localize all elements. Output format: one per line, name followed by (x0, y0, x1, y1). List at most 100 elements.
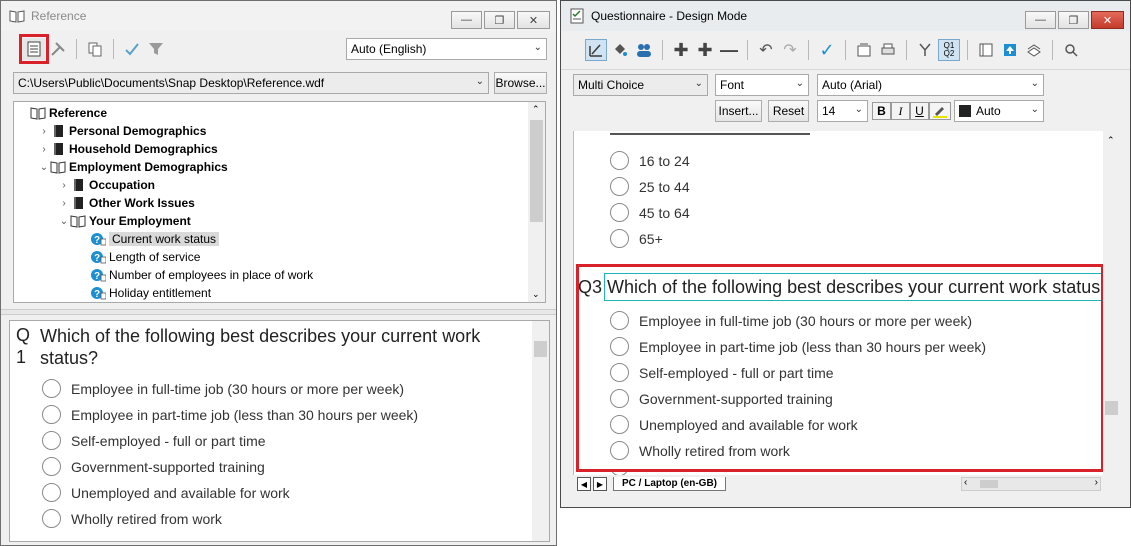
undo-button[interactable]: ↶ (755, 39, 777, 61)
question-numbering-button[interactable]: Q1 Q2 (938, 39, 960, 61)
tab-prev-button[interactable]: ◀ (577, 477, 591, 491)
tree-item[interactable]: Reference (18, 104, 107, 122)
reference-titlebar[interactable]: Reference — ❐ ✕ (1, 1, 556, 31)
age-option[interactable]: 25 to 44 (610, 177, 690, 196)
answer-option[interactable]: Self-employed - full or part time (42, 431, 266, 450)
scroll-down-icon[interactable]: ⌄ (532, 289, 540, 300)
view-reference-button[interactable] (19, 34, 49, 64)
design-scroll-thumb[interactable] (1105, 401, 1118, 415)
scroll-left-icon[interactable]: ‹ (964, 477, 967, 488)
tree-item[interactable]: › Occupation (58, 176, 155, 194)
questionnaire-titlebar[interactable]: Questionnaire - Design Mode — ❐ ✕ (561, 1, 1130, 31)
design-canvas[interactable]: 16 to 24 25 to 44 45 to 64 65+ Q3 Which of … (573, 131, 1103, 475)
answer-option[interactable]: Employee in full-time job (30 hours or m… (42, 379, 404, 398)
browse-button[interactable]: Browse... (494, 72, 547, 94)
minimize-button[interactable]: — (1025, 11, 1056, 29)
filter-button[interactable] (145, 38, 167, 60)
add-multiple-button[interactable]: ✚ (694, 39, 716, 61)
radio-button[interactable] (42, 457, 61, 476)
radio-button[interactable] (610, 177, 629, 196)
radio-button[interactable] (610, 229, 629, 248)
radio-button[interactable] (42, 405, 61, 424)
tree-scrollbar[interactable]: ⌃ ⌄ (528, 102, 545, 302)
radio-button[interactable] (42, 509, 61, 528)
design-scrollbar[interactable]: ⌃ (1103, 131, 1120, 475)
language-select[interactable]: Auto (English) ⌄ (346, 38, 547, 60)
answer-option[interactable]: Employee in part-time job (less than 30 … (42, 405, 418, 424)
chevron-down-icon[interactable]: ⌄ (38, 162, 50, 173)
radio-button[interactable] (610, 203, 629, 222)
respondents-button[interactable] (633, 39, 655, 61)
close-button[interactable]: ✕ (1091, 11, 1124, 29)
reference-path-select[interactable]: C:\Users\Public\Documents\Snap Desktop\R… (13, 72, 489, 94)
bold-button[interactable]: B (872, 102, 891, 120)
tools-button[interactable] (47, 38, 69, 60)
style-button[interactable] (609, 39, 631, 61)
tab-next-button[interactable]: ▶ (593, 477, 607, 491)
tree-item[interactable]: › Other Work Issues (58, 194, 195, 212)
publish-button[interactable] (999, 39, 1021, 61)
tree-item[interactable]: › Household Demographics (38, 140, 217, 158)
horizontal-scroll-thumb[interactable] (980, 480, 998, 488)
tree-item[interactable]: ? Number of employees in place of work (78, 266, 313, 284)
remove-button[interactable]: — (718, 39, 740, 61)
redo-button[interactable]: ↷ (779, 39, 801, 61)
italic-button[interactable]: I (891, 102, 910, 120)
layout-button[interactable] (975, 39, 997, 61)
routing-button[interactable] (914, 39, 936, 61)
chevron-right-icon[interactable]: › (38, 126, 50, 137)
chevron-down-icon[interactable]: ⌄ (58, 216, 70, 227)
font-style-select[interactable]: Font ⌄ (715, 74, 809, 96)
maximize-button[interactable]: ❐ (1058, 11, 1089, 29)
chevron-right-icon[interactable]: › (58, 180, 70, 191)
tree-item[interactable]: ⌄ Your Employment (58, 212, 191, 230)
preview-scrollbar[interactable] (532, 321, 549, 541)
scroll-right-icon[interactable]: › (1095, 477, 1098, 488)
print-button[interactable] (877, 39, 899, 61)
radio-button[interactable] (42, 431, 61, 450)
radio-button[interactable] (42, 483, 61, 502)
close-button[interactable]: ✕ (517, 11, 550, 29)
chevron-right-icon[interactable]: › (58, 198, 70, 209)
answer-option[interactable]: Wholly retired from work (42, 509, 222, 528)
answer-option[interactable]: Unemployed and available for work (42, 483, 290, 502)
tree-item[interactable]: ? Holiday entitlement (78, 284, 211, 302)
properties-button[interactable] (853, 39, 875, 61)
tree-item[interactable]: ⌄ Employment Demographics (38, 158, 228, 176)
radio-button[interactable] (42, 379, 61, 398)
font-color-select[interactable]: Auto ⌄ (954, 100, 1044, 122)
add-button[interactable]: ✚ (670, 39, 692, 61)
age-option[interactable]: 16 to 24 (610, 151, 690, 170)
age-option[interactable]: 45 to 64 (610, 203, 690, 222)
font-name-select[interactable]: Auto (Arial) ⌄ (817, 74, 1044, 96)
age-option[interactable]: 65+ (610, 229, 663, 248)
reset-button[interactable]: Reset (768, 100, 809, 122)
horizontal-scrollbar[interactable]: ‹ › (961, 477, 1101, 491)
underline-button[interactable]: U (910, 102, 929, 120)
scroll-up-icon[interactable]: ⌃ (1107, 135, 1115, 146)
splitter[interactable] (1, 309, 556, 315)
scroll-up-icon[interactable]: ⌃ (532, 104, 540, 115)
tree-item[interactable]: ? Length of service (78, 248, 200, 266)
preview-scroll-thumb[interactable] (534, 341, 547, 357)
question-type-select[interactable]: Multi Choice ⌄ (573, 74, 708, 96)
maximize-button[interactable]: ❐ (484, 11, 515, 29)
highlight-color-button[interactable] (929, 102, 951, 120)
chevron-right-icon[interactable]: › (38, 144, 50, 155)
copy-button[interactable] (84, 38, 106, 60)
check-button[interactable] (121, 38, 143, 60)
tree-item[interactable]: › Personal Demographics (38, 122, 206, 140)
pages-button[interactable] (1023, 39, 1045, 61)
radio-button[interactable] (610, 151, 629, 170)
minimize-button[interactable]: — (451, 11, 482, 29)
tab-pc-laptop[interactable]: PC / Laptop (en-GB) (613, 477, 726, 491)
font-size-select[interactable]: 14 ⌄ (817, 100, 868, 122)
answer-option[interactable]: Government-supported training (42, 457, 265, 476)
reference-tree[interactable]: Reference › Personal Demographics › Househol… (13, 101, 546, 303)
check-button[interactable]: ✓ (816, 39, 838, 61)
design-mode-button[interactable] (585, 39, 607, 61)
tree-item[interactable]: ? Current work status (78, 230, 220, 248)
insert-button[interactable]: Insert... (715, 100, 762, 122)
preview-button[interactable] (1060, 39, 1082, 61)
tree-scroll-thumb[interactable] (530, 120, 543, 222)
